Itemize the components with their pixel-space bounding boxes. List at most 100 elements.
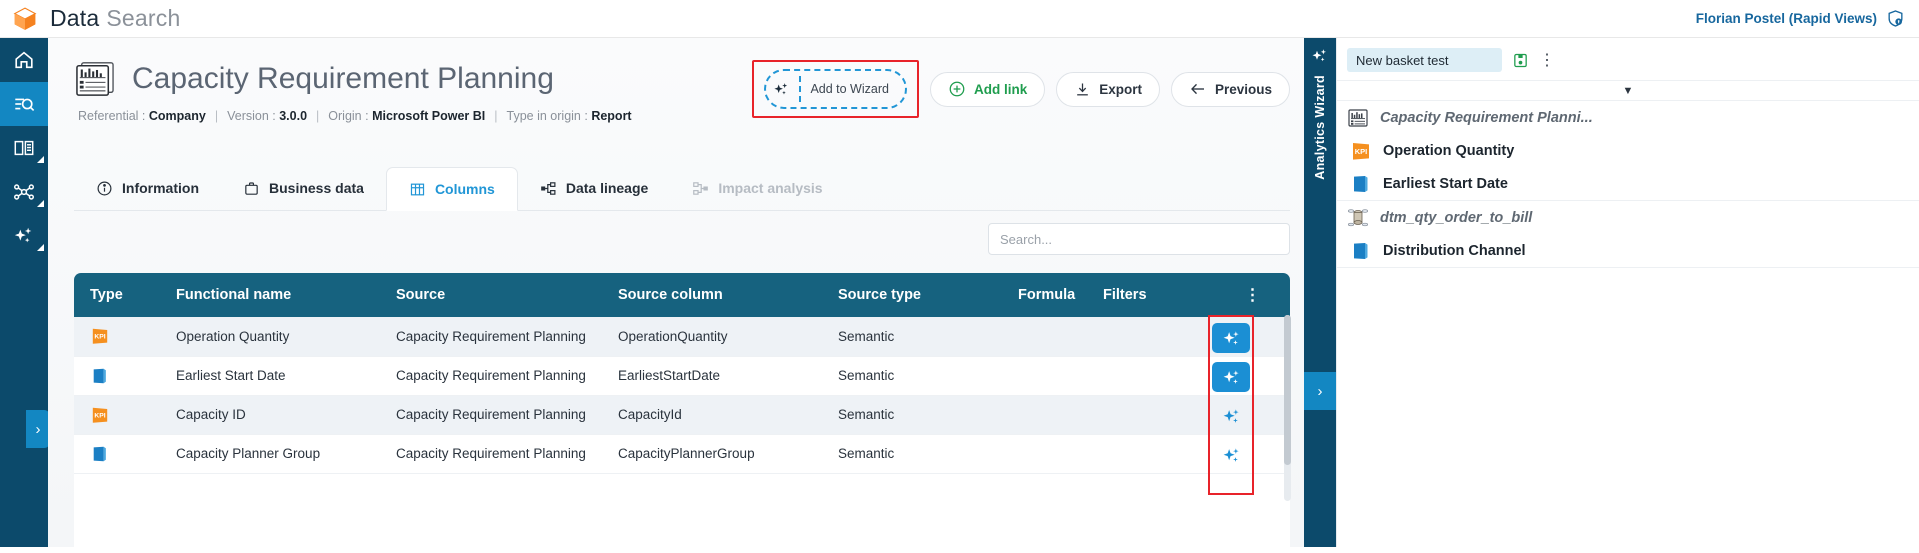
sidebar-item-home[interactable]: [0, 38, 48, 82]
meta-label-origin: Origin :: [328, 109, 369, 123]
sidebar-item-data-graph[interactable]: [0, 170, 48, 214]
sidebar-item-ai-assistant[interactable]: [0, 214, 48, 258]
column-header-source-column[interactable]: Source column: [606, 273, 826, 317]
wizard-group: Capacity Requirement Planni... KPI Opera…: [1337, 101, 1919, 201]
grid-icon: [410, 183, 425, 195]
wizard-list-item[interactable]: Distribution Channel: [1337, 234, 1919, 267]
wizard-list-item-label: Earliest Start Date: [1383, 175, 1508, 192]
sparkles-icon: [14, 227, 32, 243]
basket-name-input[interactable]: New basket test: [1347, 48, 1502, 72]
wizard-group-header[interactable]: dtm_qty_order_to_bill: [1337, 201, 1919, 234]
previous-button[interactable]: Previous: [1170, 71, 1290, 107]
table-scrollbar[interactable]: [1284, 315, 1291, 501]
wizard-list-item[interactable]: KPI Operation Quantity: [1337, 134, 1919, 167]
analytics-wizard-rail[interactable]: Analytics Wizard: [1304, 38, 1336, 547]
meta-value-version: 3.0.0: [279, 109, 308, 123]
table-row[interactable]: Capacity Planner Group Capacity Requirem…: [74, 434, 1290, 474]
save-basket-button[interactable]: [1512, 52, 1529, 69]
add-link-button[interactable]: Add link: [929, 71, 1046, 107]
table-row[interactable]: Earliest Start Date Capacity Requirement…: [74, 356, 1290, 396]
kpi-icon: KPI: [1353, 142, 1369, 160]
page-toolbar: Add to Wizard Add link Export Previous: [752, 60, 1290, 118]
column-header-type[interactable]: Type: [74, 273, 164, 317]
column-options-button[interactable]: ⋮: [1216, 273, 1290, 317]
kpi-icon: KPI: [92, 407, 108, 423]
svg-text:KPI: KPI: [94, 412, 105, 419]
sparkles-icon: [1223, 330, 1239, 345]
briefcase-icon: [245, 181, 258, 195]
dataset-icon: [1348, 208, 1368, 226]
download-icon: [1077, 82, 1089, 95]
meta-value-origin: Microsoft Power BI: [372, 109, 486, 123]
row-source-column: CapacityId: [606, 395, 826, 435]
table-header-row: Type Functional name Source Source colum…: [74, 273, 1290, 317]
submenu-corner-icon: [37, 156, 44, 163]
column-header-source[interactable]: Source: [384, 273, 606, 317]
row-type-cell: [74, 434, 164, 474]
wizard-group-header[interactable]: Capacity Requirement Planni...: [1337, 101, 1919, 134]
tab-label: Columns: [434, 181, 495, 197]
cube-icon: [13, 7, 37, 30]
meta-value-referential: Company: [148, 109, 206, 123]
export-label: Export: [1099, 81, 1142, 97]
impact-icon: [693, 181, 709, 195]
wizard-list-item-label: Distribution Channel: [1383, 242, 1526, 259]
tab-columns[interactable]: Columns: [385, 167, 518, 211]
row-source: Capacity Requirement Planning: [384, 317, 606, 357]
analytics-wizard-panel: New basket test ⋮ ▼ Capacity Requirement…: [1336, 38, 1919, 547]
row-actions-highlight: [1208, 315, 1254, 495]
row-filters: [1091, 356, 1216, 396]
search-placeholder: Search...: [1000, 231, 1053, 247]
sidebar-item-glossary[interactable]: [0, 126, 48, 170]
column-header-formula[interactable]: Formula: [1006, 273, 1091, 317]
add-to-wizard-label: Add to Wizard: [810, 82, 889, 96]
row-formula: [1006, 434, 1091, 474]
table-row[interactable]: KPI Capacity ID Capacity Requirement Pla…: [74, 395, 1290, 435]
export-button[interactable]: Export: [1056, 71, 1160, 107]
lineage-icon: [540, 181, 556, 195]
row-filters: [1091, 317, 1216, 357]
add-to-wizard-row-button[interactable]: [1212, 401, 1250, 431]
column-header-functional-name[interactable]: Functional name: [164, 273, 384, 317]
add-to-wizard-button[interactable]: Add to Wizard: [764, 69, 907, 109]
columns-table: Type Functional name Source Source colum…: [74, 273, 1290, 553]
page-title: Capacity Requirement Planning: [132, 62, 554, 95]
sparkles-icon: [1223, 408, 1239, 423]
add-to-wizard-row-button[interactable]: [1212, 323, 1250, 353]
tab-data-lineage[interactable]: Data lineage: [518, 166, 670, 210]
table-row[interactable]: KPI Operation Quantity Capacity Requirem…: [74, 317, 1290, 357]
basket-menu-button[interactable]: ⋮: [1539, 50, 1556, 70]
wizard-collapse-toggle[interactable]: ▼: [1337, 80, 1919, 101]
row-type-cell: [74, 356, 164, 396]
wizard-group: dtm_qty_order_to_bill Distribution Chann…: [1337, 201, 1919, 268]
sidebar-expand-button[interactable]: ›: [26, 410, 50, 448]
row-formula: [1006, 317, 1091, 357]
add-to-wizard-highlight: Add to Wizard: [752, 60, 919, 118]
basket-header: New basket test ⋮: [1337, 38, 1919, 80]
meta-separator: |: [494, 109, 498, 123]
attribute-icon: [93, 446, 106, 461]
tab-information[interactable]: Information: [74, 166, 221, 210]
column-header-filters[interactable]: Filters: [1091, 273, 1216, 317]
row-functional-name: Operation Quantity: [164, 317, 384, 357]
attribute-icon: [93, 368, 106, 383]
tab-label: Business data: [269, 180, 364, 196]
tab-impact-analysis[interactable]: Impact analysis: [670, 166, 844, 210]
tab-label: Impact analysis: [718, 180, 823, 196]
analytics-wizard-label: Analytics Wizard: [1313, 75, 1327, 180]
row-source-column: CapacityPlannerGroup: [606, 434, 826, 474]
shield-lock-icon[interactable]: [1886, 9, 1905, 28]
wizard-collapse-button[interactable]: ›: [1304, 372, 1336, 410]
sidebar-item-data-search[interactable]: [0, 82, 48, 126]
tab-business-data[interactable]: Business data: [221, 166, 386, 210]
search-input[interactable]: Search...: [988, 223, 1290, 255]
add-to-wizard-row-button[interactable]: [1212, 440, 1250, 470]
svg-text:KPI: KPI: [94, 334, 105, 341]
add-to-wizard-row-button[interactable]: [1212, 362, 1250, 392]
column-header-source-type[interactable]: Source type: [826, 273, 1006, 317]
sparkles-icon: [774, 82, 788, 94]
wizard-list-item[interactable]: Earliest Start Date: [1337, 167, 1919, 200]
sparkles-icon: [1223, 369, 1239, 384]
left-navigation: ›: [0, 38, 50, 547]
user-area[interactable]: Florian Postel (Rapid Views): [1696, 9, 1905, 28]
